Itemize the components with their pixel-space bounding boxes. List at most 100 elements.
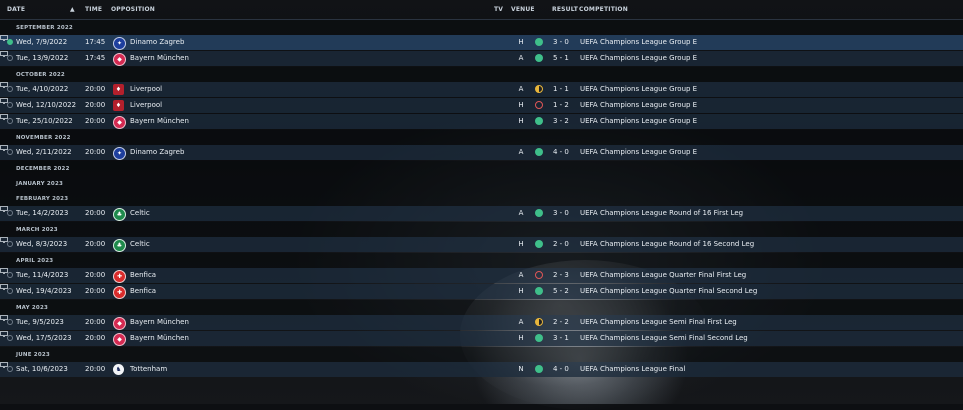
opponent-link[interactable]: Liverpool xyxy=(130,101,162,109)
fixture-row[interactable]: Tue, 25/10/2022 20:00 ◆ Bayern München H… xyxy=(0,114,963,129)
competition-link[interactable]: UEFA Champions League Group E xyxy=(580,38,697,46)
checkbox-icon xyxy=(7,272,13,278)
sort-ascending-icon[interactable]: ▲ xyxy=(70,6,75,13)
result-link[interactable]: 1 - 2 xyxy=(553,101,569,109)
venue: H xyxy=(518,240,524,248)
col-result-header[interactable]: RESULT xyxy=(552,6,578,13)
bayern-crest-icon: ◆ xyxy=(113,53,126,66)
competition-link[interactable]: UEFA Champions League Quarter Final Firs… xyxy=(580,271,746,279)
competition-link[interactable]: UEFA Champions League Round of 16 First … xyxy=(580,209,743,217)
checkbox-icon xyxy=(7,86,13,92)
result-link[interactable]: 4 - 0 xyxy=(553,148,569,156)
draw-icon xyxy=(535,85,543,93)
competition-link[interactable]: UEFA Champions League Group E xyxy=(580,85,697,93)
col-tv-header[interactable]: TV xyxy=(494,6,503,13)
opponent-link[interactable]: Bayern München xyxy=(130,318,189,326)
opponent-link[interactable]: Benfica xyxy=(130,271,156,279)
result-link[interactable]: 5 - 2 xyxy=(553,287,569,295)
fixture-date: Wed, 12/10/2022 xyxy=(16,101,77,109)
result-link[interactable]: 5 - 1 xyxy=(553,54,569,62)
checkbox-icon xyxy=(7,102,13,108)
venue: A xyxy=(518,54,524,62)
win-icon xyxy=(535,365,543,373)
fixture-row[interactable]: Wed, 19/4/2023 20:00 ✚ Benfica H 5 - 2 U… xyxy=(0,284,963,299)
month-label: DECEMBER 2022 xyxy=(16,166,70,172)
fixture-row[interactable]: Wed, 12/10/2022 20:00 ♦ Liverpool H 1 - … xyxy=(0,98,963,113)
venue: A xyxy=(518,318,524,326)
win-icon xyxy=(535,117,543,125)
bayern-crest-icon: ◆ xyxy=(113,317,126,330)
opponent-link[interactable]: Liverpool xyxy=(130,85,162,93)
venue: H xyxy=(518,334,524,342)
month-group-header: NOVEMBER 2022 xyxy=(0,130,963,145)
month-group-header: MARCH 2023 xyxy=(0,222,963,237)
fixture-row[interactable]: Tue, 9/5/2023 20:00 ◆ Bayern München A 2… xyxy=(0,315,963,330)
month-group-header: SEPTEMBER 2022 xyxy=(0,20,963,35)
month-group-header: OCTOBER 2022 xyxy=(0,67,963,82)
fixture-time: 20:00 xyxy=(85,365,106,373)
fixture-row[interactable]: Tue, 14/2/2023 20:00 ♣ Celtic A 3 - 0 UE… xyxy=(0,206,963,221)
venue: H xyxy=(518,117,524,125)
fixture-row[interactable]: Wed, 17/5/2023 20:00 ◆ Bayern München H … xyxy=(0,331,963,346)
fixture-row[interactable]: Tue, 4/10/2022 20:00 ♦ Liverpool A 1 - 1… xyxy=(0,82,963,97)
fixture-row[interactable]: Tue, 11/4/2023 20:00 ✚ Benfica A 2 - 3 U… xyxy=(0,268,963,283)
competition-link[interactable]: UEFA Champions League Group E xyxy=(580,54,697,62)
fixture-row[interactable]: Wed, 7/9/2022 17:45 ✦ Dinamo Zagreb H 3 … xyxy=(0,35,963,50)
result-link[interactable]: 3 - 0 xyxy=(553,38,569,46)
col-venue-header[interactable]: VENUE xyxy=(511,6,535,13)
competition-link[interactable]: UEFA Champions League Quarter Final Seco… xyxy=(580,287,757,295)
competition-link[interactable]: UEFA Champions League Semi Final First L… xyxy=(580,318,737,326)
col-date-header[interactable]: DATE xyxy=(7,6,25,13)
result-link[interactable]: 2 - 3 xyxy=(553,271,569,279)
loss-icon xyxy=(535,271,543,279)
col-time-header[interactable]: TIME xyxy=(85,6,102,13)
opponent-link[interactable]: Celtic xyxy=(130,240,150,248)
venue: H xyxy=(518,38,524,46)
checkbox-icon xyxy=(7,149,13,155)
competition-link[interactable]: UEFA Champions League Group E xyxy=(580,148,697,156)
competition-link[interactable]: UEFA Champions League Final xyxy=(580,365,685,373)
competition-link[interactable]: UEFA Champions League Round of 16 Second… xyxy=(580,240,754,248)
result-link[interactable]: 2 - 2 xyxy=(553,318,569,326)
month-label: JANUARY 2023 xyxy=(16,181,63,187)
result-link[interactable]: 2 - 0 xyxy=(553,240,569,248)
month-label: NOVEMBER 2022 xyxy=(16,135,71,141)
win-icon xyxy=(535,209,543,217)
opponent-link[interactable]: Dinamo Zagreb xyxy=(130,38,184,46)
opponent-link[interactable]: Dinamo Zagreb xyxy=(130,148,184,156)
result-link[interactable]: 3 - 0 xyxy=(553,209,569,217)
result-link[interactable]: 4 - 0 xyxy=(553,365,569,373)
month-label: MARCH 2023 xyxy=(16,227,58,233)
competition-link[interactable]: UEFA Champions League Group E xyxy=(580,117,697,125)
celtic-crest-icon: ♣ xyxy=(113,208,126,221)
month-label: MAY 2023 xyxy=(16,305,49,311)
opponent-link[interactable]: Celtic xyxy=(130,209,150,217)
fixture-row[interactable]: Wed, 2/11/2022 20:00 ✦ Dinamo Zagreb A 4… xyxy=(0,145,963,160)
opponent-link[interactable]: Tottenham xyxy=(130,365,167,373)
opponent-link[interactable]: Benfica xyxy=(130,287,156,295)
result-link[interactable]: 1 - 1 xyxy=(553,85,569,93)
col-opposition-header[interactable]: OPPOSITION xyxy=(111,6,155,13)
fixture-row[interactable]: Tue, 13/9/2022 17:45 ◆ Bayern München A … xyxy=(0,51,963,66)
benfica-crest-icon: ✚ xyxy=(113,286,126,299)
opponent-link[interactable]: Bayern München xyxy=(130,54,189,62)
checkbox-icon xyxy=(7,319,13,325)
result-link[interactable]: 3 - 1 xyxy=(553,334,569,342)
checkbox-icon xyxy=(7,288,13,294)
competition-link[interactable]: UEFA Champions League Group E xyxy=(580,101,697,109)
opponent-link[interactable]: Bayern München xyxy=(130,117,189,125)
opponent-link[interactable]: Bayern München xyxy=(130,334,189,342)
result-link[interactable]: 3 - 2 xyxy=(553,117,569,125)
fixture-row[interactable]: Sat, 10/6/2023 20:00 ♞ Tottenham N 4 - 0… xyxy=(0,362,963,377)
col-competition-header[interactable]: COMPETITION xyxy=(579,6,628,13)
bayern-crest-icon: ◆ xyxy=(113,333,126,346)
month-group-header: FEBRUARY 2023 xyxy=(0,191,963,206)
fixture-date: Tue, 4/10/2022 xyxy=(16,85,69,93)
fixture-time: 20:00 xyxy=(85,209,106,217)
competition-link[interactable]: UEFA Champions League Semi Final Second … xyxy=(580,334,748,342)
fixture-date: Sat, 10/6/2023 xyxy=(16,365,68,373)
fixture-date: Wed, 17/5/2023 xyxy=(16,334,72,342)
fixture-row[interactable]: Wed, 8/3/2023 20:00 ♣ Celtic H 2 - 0 UEF… xyxy=(0,237,963,252)
fixture-time: 20:00 xyxy=(85,148,106,156)
fixture-time: 20:00 xyxy=(85,240,106,248)
